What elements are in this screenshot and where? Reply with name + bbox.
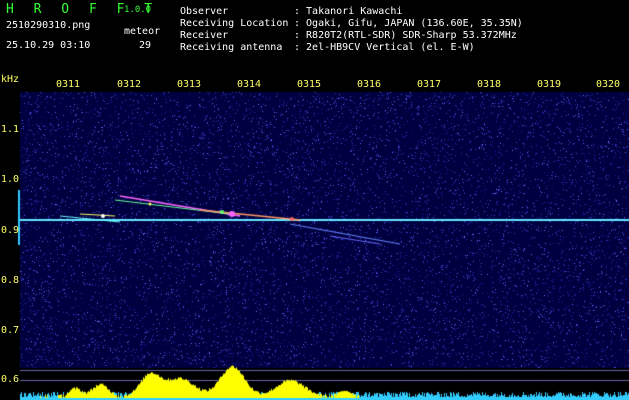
y-tick-label: 1.1 [1,124,20,135]
y-tick-label: 0.8 [1,275,20,286]
observer-value: : Takanori Kawachi [294,6,403,17]
location-value: : Ogaki, Gifu, JAPAN (136.60E, 35.35N) [294,18,523,29]
y-tick-label: 0.7 [1,325,20,336]
x-tick-label: 0320 [596,79,621,90]
x-tick-label: 0315 [297,79,322,90]
antenna-label: Receiving antenna [180,42,283,53]
receiver-label: Receiver [180,30,229,41]
x-tick-label: 0314 [237,79,262,90]
version-label: 1.0.0 [124,5,152,15]
x-tick-label: 0313 [177,79,202,90]
x-tick-label: 0312 [117,79,142,90]
meteor-count: 29 [139,40,152,51]
x-tick-label: 0311 [56,79,81,90]
x-tick-label: 0319 [537,79,562,90]
meteor-label: meteor [124,26,161,37]
header-panel: H R O F F T 1.0.0 2510290310.png 25.10.2… [0,0,629,74]
y-tick-label: 0.9 [1,225,20,236]
datetime-label: 25.10.29 03:10 [6,40,91,51]
filename-label: 2510290310.png [6,20,91,31]
y-tick-label: 1.0 [1,174,20,185]
receiver-value: : R820T2(RTL-SDR) SDR-Sharp 53.372MHz [294,30,517,41]
x-tick-label: 0318 [477,79,502,90]
y-tick-label: 0.6 [1,374,20,385]
observer-label: Observer [180,6,229,17]
x-tick-label: 0316 [357,79,382,90]
y-axis-unit: kHz [1,74,20,85]
location-label: Receiving Location [180,18,289,29]
antenna-value: : 2el-HB9CV Vertical (el. E-W) [294,42,475,53]
x-tick-label: 0317 [417,79,442,90]
